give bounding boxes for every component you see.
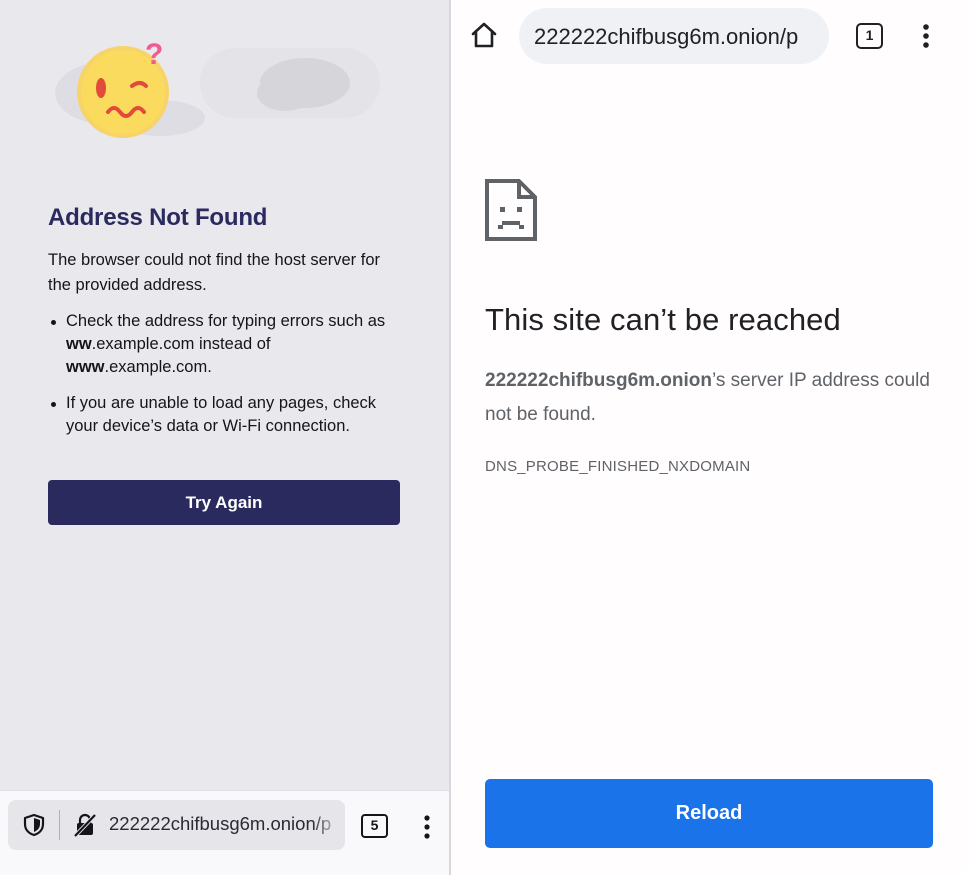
bottom-toolbar: 222222chifbusg6m.onion/p 5 [0, 790, 449, 875]
svg-text:?: ? [145, 38, 163, 71]
url-divider [59, 810, 60, 840]
url-text[interactable]: 222222chifbusg6m.onion/p [109, 813, 342, 835]
firefox-error-pane: ? Address Not Found The browser could no… [0, 0, 449, 875]
address-bar[interactable]: 222222chifbusg6m.onion/p [519, 8, 829, 64]
url-text[interactable]: 222222chifbusg6m.onion/p [534, 24, 798, 50]
more-vert-icon[interactable] [917, 22, 935, 50]
confused-face-illustration: ? [55, 38, 380, 138]
shield-icon[interactable] [22, 813, 46, 837]
chrome-error-pane: 222222chifbusg6m.onion/p 1 This site can… [451, 0, 967, 875]
more-vert-icon[interactable] [418, 813, 436, 841]
error-title: Address Not Found [48, 204, 268, 231]
reload-button[interactable]: Reload [485, 779, 933, 848]
sad-document-icon [485, 179, 537, 241]
list-item: Check the address for typing errors such… [48, 310, 400, 379]
error-code: DNS_PROBE_FINISHED_NXDOMAIN [485, 458, 751, 475]
host-name: 222222chifbusg6m.onion [485, 370, 713, 391]
tips-list: Check the address for typing errors such… [48, 310, 400, 451]
error-description: The browser could not find the host serv… [48, 251, 380, 294]
try-again-button[interactable]: Try Again [48, 480, 400, 525]
lock-slash-icon[interactable] [72, 812, 98, 838]
tab-counter[interactable]: 1 [856, 23, 883, 49]
error-title: This site can’t be reached [485, 302, 841, 337]
address-bar[interactable]: 222222chifbusg6m.onion/p [8, 800, 345, 850]
error-description: 222222chifbusg6m.onion’s server IP addre… [485, 370, 930, 425]
tab-counter[interactable]: 5 [361, 814, 388, 838]
home-icon[interactable] [469, 20, 499, 50]
list-item: If you are unable to load any pages, che… [48, 392, 400, 438]
